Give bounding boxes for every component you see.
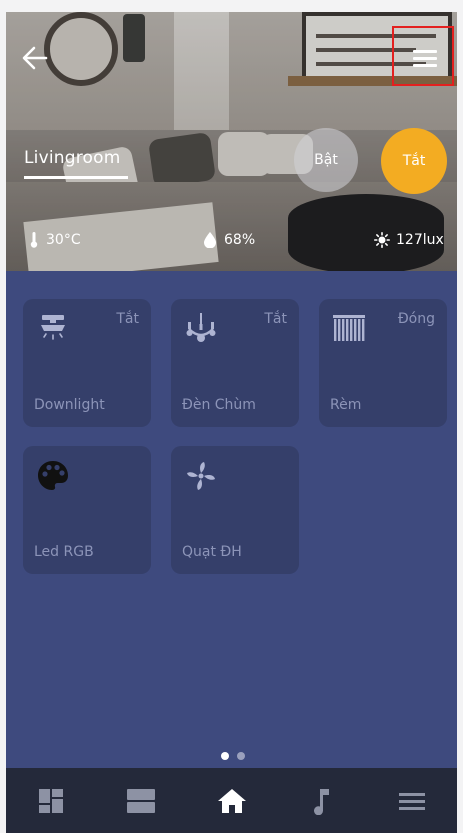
hamburger-icon — [413, 50, 437, 71]
device-tile-led-rgb[interactable]: Led RGB — [23, 446, 151, 574]
device-tile-downlight[interactable]: Tắt Downlight — [23, 299, 151, 427]
device-label: Đèn Chùm — [182, 397, 256, 413]
nav-rooms[interactable] — [96, 768, 186, 833]
nav-home[interactable] — [186, 768, 276, 833]
nav-menu[interactable] — [367, 768, 457, 833]
device-label: Rèm — [330, 397, 362, 413]
room-name[interactable]: Livingroom — [24, 148, 121, 168]
menu-button[interactable] — [392, 26, 454, 86]
device-state: Đóng — [397, 311, 435, 327]
light-value: 127lux — [396, 232, 444, 248]
device-tile-chandelier[interactable]: Tắt Đèn Chùm — [171, 299, 299, 427]
back-button[interactable] — [20, 44, 50, 72]
downlight-icon — [41, 315, 65, 340]
rooms-icon — [127, 788, 156, 813]
nav-dashboard[interactable] — [6, 768, 96, 833]
arrow-left-icon — [22, 46, 48, 70]
menu-icon — [398, 792, 425, 810]
page-dot[interactable] — [237, 752, 245, 760]
turn-on-button[interactable]: Bật — [294, 128, 358, 192]
device-state: Tắt — [116, 311, 139, 327]
temperature-value: 30°C — [46, 232, 81, 248]
thermometer-icon — [30, 232, 38, 248]
device-label: Quạt ĐH — [182, 544, 242, 560]
bottom-navigation — [6, 768, 457, 833]
light-readout: 127lux — [374, 232, 444, 248]
sun-icon — [374, 232, 390, 248]
fan-icon — [187, 462, 215, 490]
nav-music[interactable] — [277, 768, 367, 833]
turn-off-button[interactable]: Tắt — [381, 128, 447, 194]
curtain-icon — [333, 315, 365, 341]
humidity-readout: 68% — [204, 232, 255, 248]
app-screen: Livingroom Bật Tắt 30°C 68% 127lux Tắt D… — [6, 12, 457, 833]
page-indicator[interactable] — [221, 752, 245, 760]
palette-icon — [38, 461, 68, 490]
device-tile-fan[interactable]: Quạt ĐH — [171, 446, 299, 574]
device-state: Tắt — [264, 311, 287, 327]
page-dot-active[interactable] — [221, 752, 229, 760]
temperature-readout: 30°C — [30, 232, 81, 248]
home-icon — [217, 788, 246, 813]
dashboard-icon — [39, 788, 64, 813]
device-label: Led RGB — [34, 544, 94, 560]
chandelier-icon — [186, 313, 216, 342]
room-tab-indicator — [24, 176, 128, 179]
device-tile-curtain[interactable]: Đóng Rèm — [319, 299, 447, 427]
device-label: Downlight — [34, 397, 105, 413]
humidity-value: 68% — [224, 232, 256, 248]
water-drop-icon — [204, 232, 216, 248]
music-icon — [313, 788, 329, 815]
